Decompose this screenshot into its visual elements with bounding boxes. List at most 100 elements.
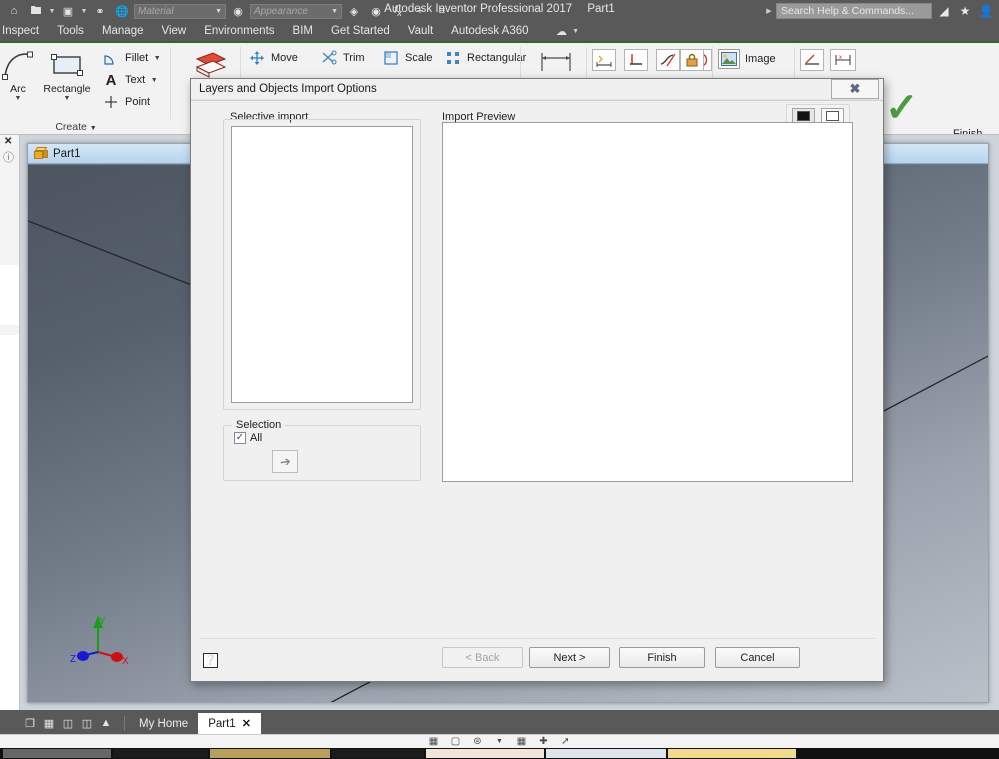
ribbon-button-point[interactable]: Point [102, 93, 150, 111]
close-x-icon[interactable]: ✕ [4, 136, 12, 147]
constraint-display-icon[interactable]: ▢ [448, 736, 463, 748]
search-input[interactable]: Search Help & Commands... [776, 3, 932, 19]
signin-icon[interactable]: ◢ [935, 2, 953, 20]
ribbon-button-auto-dimension[interactable] [592, 49, 616, 71]
cursor-arrow-icon: ➔ [278, 452, 292, 470]
windows-taskbar [0, 748, 999, 759]
clear-appearance-icon[interactable]: ◉ [366, 2, 386, 20]
update-icon[interactable]: ⚭ [90, 2, 110, 20]
chevron-down-icon[interactable]: ▼ [80, 8, 88, 15]
pick-selection-button[interactable]: ➔ [272, 450, 298, 473]
tab-get-started[interactable]: Get Started [322, 22, 399, 41]
svg-text:Y: Y [99, 616, 106, 627]
new-sketch-icon[interactable]: ▣ [58, 2, 78, 20]
dropdown-caret-icon[interactable]: ▼ [492, 736, 507, 748]
chevron-down-icon[interactable]: ▼ [215, 8, 222, 15]
dimension-display-icon[interactable]: ⊜ [470, 736, 485, 748]
tile-overlap-icon[interactable]: ❐ [22, 716, 38, 730]
chevron-down-icon[interactable]: ▼ [572, 28, 580, 35]
chevron-down-icon[interactable]: ▼ [331, 8, 338, 15]
ribbon-panel-create-label[interactable]: Create ▼ [0, 121, 152, 133]
favorites-star-icon[interactable]: ★ [956, 2, 974, 20]
taskbar-item[interactable] [426, 749, 544, 758]
dialog-titlebar[interactable]: Layers and Objects Import Options ✖ [191, 79, 883, 100]
import-preview-canvas[interactable] [442, 122, 853, 482]
cloud-icon[interactable]: ☁ [552, 23, 572, 41]
chevron-down-icon[interactable]: ▼ [14, 95, 22, 102]
help-question-icon[interactable]: ❔ [203, 653, 218, 668]
ribbon-button-tangent[interactable] [656, 49, 680, 71]
customize-qat-icon[interactable]: ≡ [432, 2, 452, 20]
ribbon-button-rectangular-pattern[interactable]: Rectangular [444, 49, 526, 67]
cancel-button[interactable]: Cancel [715, 647, 800, 668]
all-checkbox-row[interactable]: ✓ All [234, 432, 262, 444]
tile-grid-icon[interactable]: ▦ [41, 716, 57, 730]
document-tab-part1[interactable]: Part1 ✕ [198, 713, 261, 734]
account-icon[interactable]: 👤 [977, 2, 995, 20]
ribbon-button-arc[interactable]: Arc ▼ [0, 49, 36, 102]
add-icon[interactable]: + [410, 2, 430, 20]
back-button[interactable]: < Back [442, 647, 523, 668]
taskbar-item[interactable] [113, 749, 208, 758]
svg-text:x: x [839, 55, 842, 61]
tab-bim[interactable]: BIM [284, 22, 322, 41]
ribbon-button-rectangle-label: Rectangle [43, 83, 91, 95]
tile-horizontal-icon[interactable]: ◫ [60, 716, 76, 730]
document-tab-my-home[interactable]: My Home [129, 713, 198, 734]
ribbon-button-move[interactable]: Move [248, 49, 298, 67]
ribbon-button-rectangle[interactable]: Rectangle ▼ [36, 49, 98, 102]
taskbar-item[interactable] [3, 749, 111, 758]
all-checkbox[interactable]: ✓ [234, 432, 246, 444]
open-icon[interactable]: 🖿 [26, 2, 46, 20]
material-globe-icon[interactable]: 🌐 [112, 2, 132, 20]
move-snap-icon[interactable]: ✚ [536, 736, 551, 748]
tab-view[interactable]: View [153, 22, 196, 41]
chevron-down-icon[interactable]: ▼ [153, 55, 161, 62]
tile-vertical-icon[interactable]: ◫ [79, 716, 95, 730]
ribbon-button-perpendicular[interactable] [624, 49, 648, 71]
taskbar-item[interactable] [210, 749, 330, 758]
chevron-down-icon[interactable]: ▼ [150, 77, 158, 84]
tab-manage[interactable]: Manage [93, 22, 153, 41]
ribbon-button-trim[interactable]: Trim [320, 49, 365, 67]
selective-import-tree[interactable] [231, 126, 413, 403]
chevron-down-icon[interactable]: ▼ [48, 8, 56, 15]
ribbon-button-construction[interactable] [800, 49, 824, 71]
tab-vault[interactable]: Vault [399, 22, 442, 41]
taskbar-item[interactable] [332, 749, 424, 758]
expand-up-icon[interactable]: ▲ [98, 716, 114, 730]
close-x-icon[interactable]: ✖ [831, 79, 879, 99]
home-icon[interactable]: ⌂ [4, 2, 24, 20]
tab-inspect[interactable]: Inspect [0, 22, 48, 41]
parameters-fx-icon[interactable]: fx [388, 2, 408, 20]
relax-mode-icon[interactable]: ➚ [558, 736, 573, 748]
question-mark-icon[interactable]: ⓘ [3, 149, 14, 165]
point-icon [102, 93, 120, 111]
tab-environments[interactable]: Environments [195, 22, 283, 41]
taskbar-item[interactable] [668, 749, 796, 758]
material-selector[interactable]: Material ▼ [134, 3, 226, 19]
ribbon-button-driven-dimension[interactable]: x [830, 49, 856, 71]
next-button[interactable]: Next > [529, 647, 610, 668]
adjust-appearance-icon[interactable]: ◈ [344, 2, 364, 20]
ribbon-button-scale[interactable]: Scale [382, 49, 433, 67]
fix-lock-icon [680, 49, 704, 71]
chevron-down-icon[interactable]: ▼ [63, 95, 71, 102]
appearance-selector[interactable]: Appearance ▼ [250, 3, 342, 19]
tab-tools[interactable]: Tools [48, 22, 93, 41]
close-x-icon[interactable]: ✕ [242, 717, 251, 730]
ribbon-button-text[interactable]: A Text ▼ [102, 71, 158, 89]
ribbon-button-fillet[interactable]: Fillet ▼ [102, 49, 161, 67]
ribbon-tab-strip: Inspect Tools Manage View Environments B… [0, 22, 999, 41]
slice-graphics-icon[interactable]: ▦ [514, 736, 529, 748]
snap-grid-icon[interactable]: ▦ [426, 736, 441, 748]
auto-dimension-icon [592, 49, 616, 71]
ribbon-button-image[interactable]: Image [718, 49, 776, 69]
taskbar-item[interactable] [546, 749, 666, 758]
tab-autodesk-a360[interactable]: Autodesk A360 [442, 22, 537, 41]
green-check-icon[interactable]: ✓ [885, 88, 919, 128]
finish-button[interactable]: Finish [619, 647, 705, 668]
ribbon-button-fix[interactable] [680, 49, 704, 71]
appearance-color-icon[interactable]: ◉ [228, 2, 248, 20]
chevron-right-icon[interactable]: ▶ [765, 7, 773, 15]
